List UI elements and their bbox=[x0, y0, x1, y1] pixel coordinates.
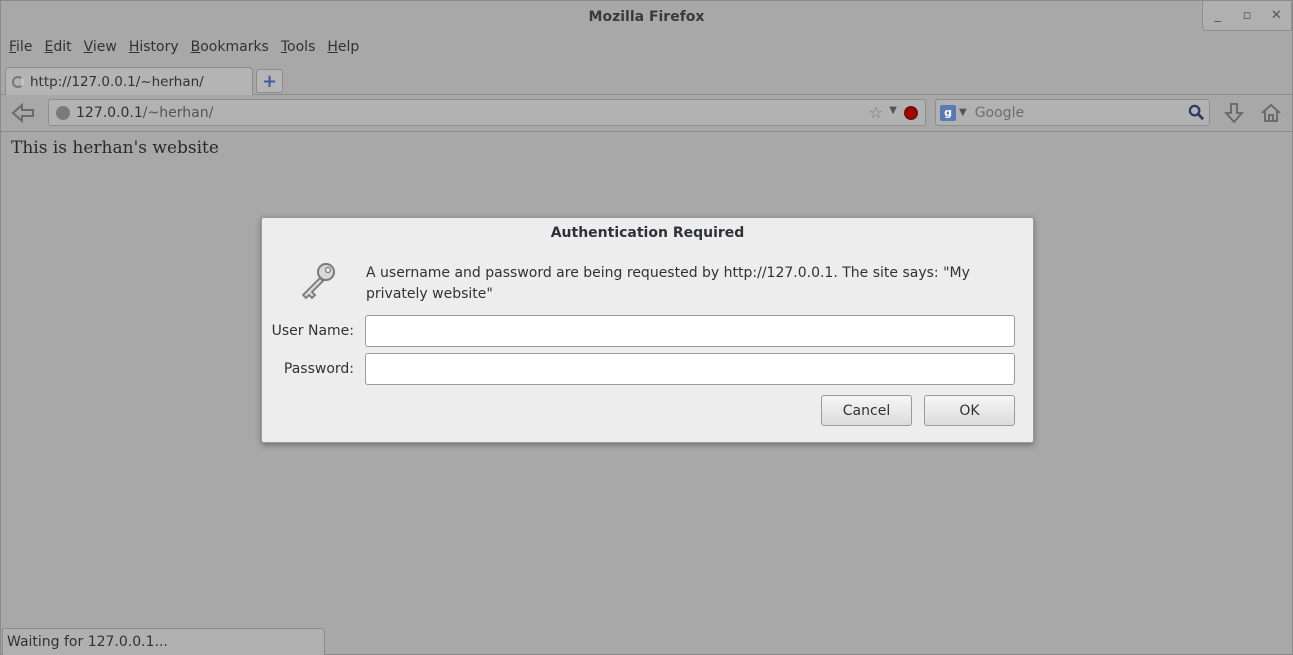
url-path: /~herhan/ bbox=[142, 104, 214, 121]
firefox-window: Mozilla Firefox _ ▫ ✕ File Edit View His… bbox=[0, 0, 1293, 655]
password-label: Password: bbox=[283, 361, 354, 377]
new-tab-button[interactable]: + bbox=[256, 69, 283, 93]
close-button[interactable]: ✕ bbox=[1262, 1, 1291, 30]
menu-help[interactable]: Help bbox=[327, 39, 359, 61]
menu-bookmarks[interactable]: Bookmarks bbox=[191, 39, 269, 61]
username-label: User Name: bbox=[271, 323, 354, 339]
title-bar[interactable]: Mozilla Firefox _ ▫ ✕ bbox=[1, 1, 1292, 35]
dialog-title: Authentication Required bbox=[550, 225, 745, 241]
authentication-dialog: Authentication Required A username and p… bbox=[261, 217, 1034, 443]
search-input[interactable] bbox=[974, 104, 1185, 121]
home-icon bbox=[1261, 103, 1281, 122]
back-icon bbox=[11, 103, 34, 123]
menu-edit[interactable]: Edit bbox=[44, 39, 71, 61]
menu-bar: File Edit View History Bookmarks Tools H… bbox=[1, 39, 371, 61]
downloads-button[interactable] bbox=[1221, 100, 1247, 126]
url-host: 127.0.0.1 bbox=[76, 104, 143, 121]
status-bar: Waiting for 127.0.0.1... bbox=[2, 628, 325, 655]
page-text: This is herhan's website bbox=[11, 138, 219, 158]
key-icon bbox=[301, 263, 335, 300]
window-controls: _ ▫ ✕ bbox=[1202, 1, 1292, 31]
tab-strip: http://127.0.0.1/~herhan/ + bbox=[1, 65, 1292, 95]
menu-tools[interactable]: Tools bbox=[281, 39, 316, 61]
tab-title: http://127.0.0.1/~herhan/ bbox=[30, 73, 204, 90]
dialog-message: A username and password are being reques… bbox=[366, 265, 970, 302]
maximize-button[interactable]: ▫ bbox=[1232, 1, 1261, 30]
navigation-bar: 127.0.0.1 /~herhan/ ☆ ▼ g ▼ bbox=[1, 96, 1292, 132]
password-field[interactable] bbox=[365, 353, 1015, 385]
loading-throbber-icon bbox=[12, 75, 24, 88]
download-icon bbox=[1224, 103, 1244, 124]
status-text: Waiting for 127.0.0.1... bbox=[7, 634, 168, 650]
menu-history[interactable]: History bbox=[129, 39, 179, 61]
menu-view[interactable]: View bbox=[84, 39, 117, 61]
cancel-button[interactable]: Cancel bbox=[821, 395, 912, 426]
username-field[interactable] bbox=[365, 315, 1015, 347]
bookmark-star-icon[interactable]: ☆ bbox=[869, 103, 883, 122]
menu-file[interactable]: File bbox=[9, 39, 32, 61]
url-bar[interactable]: 127.0.0.1 /~herhan/ ☆ ▼ bbox=[48, 99, 926, 126]
search-go-icon[interactable] bbox=[1188, 104, 1205, 121]
home-button[interactable] bbox=[1258, 100, 1284, 126]
stop-icon[interactable] bbox=[904, 106, 918, 120]
minimize-button[interactable]: _ bbox=[1203, 1, 1232, 30]
search-engine-icon[interactable]: g bbox=[940, 104, 956, 121]
site-identity-icon[interactable] bbox=[56, 105, 70, 120]
ok-button[interactable]: OK bbox=[924, 395, 1015, 426]
plus-icon: + bbox=[261, 70, 278, 92]
back-button[interactable] bbox=[9, 101, 39, 125]
search-engine-dropdown-icon[interactable]: ▼ bbox=[959, 107, 967, 118]
url-history-dropdown-icon[interactable]: ▼ bbox=[889, 105, 897, 116]
window-title: Mozilla Firefox bbox=[588, 9, 705, 25]
tab-current[interactable]: http://127.0.0.1/~herhan/ bbox=[5, 67, 253, 95]
search-bar: g ▼ bbox=[935, 99, 1210, 126]
